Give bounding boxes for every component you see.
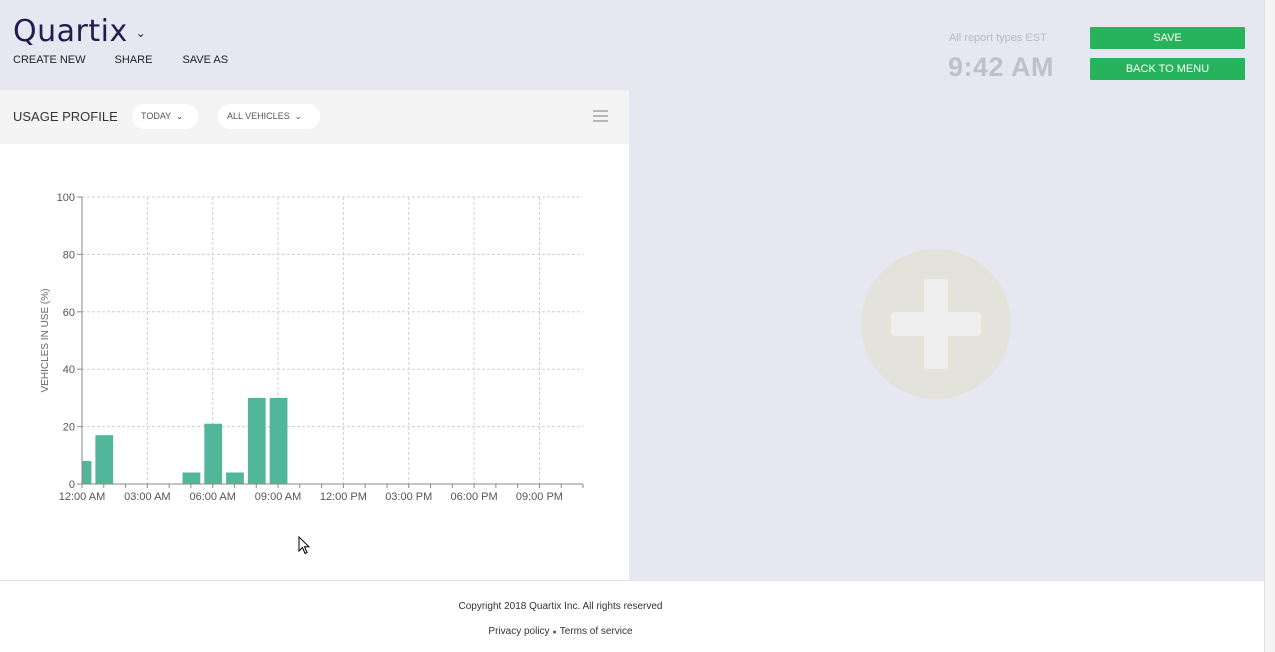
back-to-menu-button[interactable]: BACK TO MENU (1090, 58, 1245, 80)
report-menu: CREATE NEW SHARE SAVE AS (13, 54, 228, 66)
bar (204, 423, 223, 484)
chevron-down-icon: ⌄ (176, 112, 183, 121)
vehicle-dropdown[interactable]: ALL VEHICLES ⌄ (218, 104, 320, 129)
usage-chart: 0 20 40 60 80 100 12:00 AM 03:00 AM 06:00 AM 09:0… (40, 192, 584, 503)
timezone-note: All report types EST (949, 32, 1047, 44)
y-axis-label: VEHICLES IN USE (%) (40, 289, 51, 393)
save-as-link[interactable]: SAVE AS (182, 54, 228, 66)
panel-header: USAGE PROFILE TODAY ⌄ ALL VEHICLES ⌄ (0, 90, 629, 144)
x-tick-label: 03:00 AM (124, 491, 170, 503)
y-tick-label: 0 (69, 479, 75, 491)
x-tick-label: 06:00 PM (451, 491, 498, 503)
y-tick-label: 60 (63, 307, 75, 319)
create-new-link[interactable]: CREATE NEW (13, 54, 86, 66)
period-dropdown[interactable]: TODAY ⌄ (132, 104, 198, 129)
panel-title: USAGE PROFILE (13, 109, 118, 124)
x-tick-label: 06:00 AM (189, 491, 235, 503)
separator-icon: ● (552, 629, 557, 636)
privacy-policy-link[interactable]: Privacy policy (488, 626, 549, 637)
brand-logo: Quartix (13, 14, 128, 49)
vehicle-value: ALL VEHICLES (227, 111, 290, 121)
bar (182, 472, 201, 484)
y-tick-label: 100 (57, 192, 75, 204)
x-tick-label: 09:00 PM (516, 491, 563, 503)
add-widget-area (630, 90, 1264, 580)
footer-links: Privacy policy ● Terms of service (0, 626, 1121, 637)
bar (269, 397, 288, 484)
share-link[interactable]: SHARE (115, 54, 153, 66)
bar (247, 397, 266, 484)
chevron-down-icon: ⌄ (294, 112, 302, 121)
brand-switcher[interactable]: Quartix ⌄ (13, 14, 146, 49)
chevron-down-icon: ⌄ (135, 26, 146, 40)
period-value: TODAY (141, 111, 172, 121)
x-tick-label: 12:00 AM (59, 491, 105, 503)
bar (226, 472, 244, 484)
clock: 9:42 AM (948, 52, 1055, 82)
x-tick-label: 09:00 AM (255, 491, 301, 503)
x-tick-label: 12:00 PM (320, 491, 367, 503)
y-tick-label: 80 (63, 249, 75, 261)
hamburger-icon[interactable] (593, 110, 608, 122)
save-button[interactable]: SAVE (1090, 27, 1245, 49)
scrollbar[interactable] (1264, 0, 1275, 652)
app-header: Quartix ⌄ CREATE NEW SHARE SAVE AS All r… (0, 0, 1264, 90)
terms-of-service-link[interactable]: Terms of service (560, 626, 633, 637)
x-tick-label: 03:00 PM (385, 491, 432, 503)
copyright-text: Copyright 2018 Quartix Inc. All rights r… (458, 601, 663, 612)
y-tick-label: 40 (63, 364, 75, 376)
add-widget-button[interactable] (861, 249, 1011, 399)
mouse-cursor-icon (298, 536, 311, 555)
y-tick-label: 20 (63, 422, 75, 434)
bar (95, 435, 114, 484)
usage-profile-panel: USAGE PROFILE TODAY ⌄ ALL VEHICLES ⌄ 0 20 40… (0, 90, 629, 580)
bar (82, 461, 92, 484)
footer: Copyright 2018 Quartix Inc. All rights r… (0, 580, 1264, 652)
